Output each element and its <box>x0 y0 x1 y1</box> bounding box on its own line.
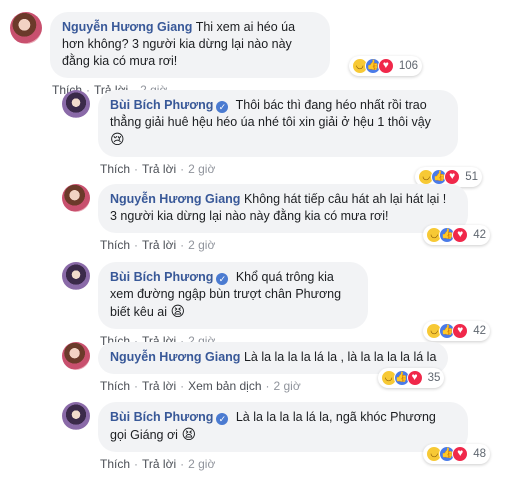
reaction-count: 35 <box>427 371 441 384</box>
love-reaction-icon: ♥ <box>444 169 461 185</box>
author-name[interactable]: Bùi Bích Phương <box>110 410 213 424</box>
author-name[interactable]: Bùi Bích Phương <box>110 98 213 112</box>
avatar[interactable] <box>62 90 90 118</box>
comment-bubble: Bùi Bích Phương ✓ Thôi bác thì đang héo n… <box>98 90 482 187</box>
reaction-count: 42 <box>473 228 486 241</box>
comment-bubble: Nguyễn Hương Giang Là la la la la lá la … <box>98 342 449 388</box>
love-reaction-icon: ♥ <box>406 370 423 386</box>
comment-actions: Thích·Trả lời·2 giờ <box>100 238 216 252</box>
reply-comment: Bùi Bích Phương ✓ Thôi bác thì đang héo n… <box>62 90 482 187</box>
love-reaction-icon: ♥ <box>377 58 394 74</box>
comment-bubble: Nguyễn Hương Giang Thi xem ai héo úa hơn… <box>50 12 422 78</box>
timestamp[interactable]: 2 giờ <box>188 457 215 471</box>
tired-face-icon: 😫 <box>170 303 186 319</box>
like-link[interactable]: Thích <box>100 457 130 471</box>
author-name[interactable]: Bùi Bích Phương <box>110 270 213 284</box>
reply-link[interactable]: Trả lời <box>142 238 176 252</box>
reaction-count: 42 <box>473 324 486 337</box>
timestamp[interactable]: 2 giờ <box>188 162 215 176</box>
reactions-summary[interactable]: ◡ 👍 ♥ 42 <box>423 321 490 341</box>
author-name[interactable]: Nguyễn Hương Giang <box>62 20 192 34</box>
reply-link[interactable]: Trả lời <box>142 457 176 471</box>
reply-comment: Bùi Bích Phương ✓ Khổ quá trông kia xem đ… <box>62 262 490 348</box>
reply-link[interactable]: Trả lời <box>142 162 176 176</box>
love-reaction-icon: ♥ <box>452 227 469 243</box>
reactions-summary[interactable]: ◡ 👍 ♥ 35 <box>377 368 445 388</box>
comment-actions: Thích·Trả lời·2 giờ <box>100 162 216 176</box>
comment-bubble: Bùi Bích Phương ✓ Khổ quá trông kia xem đ… <box>98 262 490 341</box>
reactions-summary[interactable]: ◡ 👍 ♥ 42 <box>423 225 490 245</box>
verified-badge-icon: ✓ <box>216 413 229 425</box>
reactions-summary[interactable]: ◡ 👍 ♥ 48 <box>423 444 490 464</box>
comment-bubble: Bùi Bích Phương ✓ Là la la la la lá la, n… <box>98 402 490 464</box>
like-link[interactable]: Thích <box>100 238 130 252</box>
comment-actions: Thích·Trả lời·2 giờ <box>100 457 216 471</box>
reaction-count: 106 <box>398 59 418 72</box>
see-translation-link[interactable]: Xem bản dịch <box>188 379 261 393</box>
reply-link[interactable]: Trả lời <box>142 379 176 393</box>
like-link[interactable]: Thích <box>100 162 130 176</box>
like-link[interactable]: Thích <box>100 379 130 393</box>
tired-face-icon: 😫 <box>181 426 197 442</box>
comment-bubble: Nguyễn Hương Giang Không hát tiếp câu há… <box>98 184 490 245</box>
avatar[interactable] <box>62 184 90 212</box>
timestamp[interactable]: 2 giờ <box>274 379 301 393</box>
avatar[interactable] <box>62 342 90 370</box>
reaction-count: 48 <box>473 447 486 460</box>
reaction-count: 51 <box>465 170 478 183</box>
love-reaction-icon: ♥ <box>452 323 469 339</box>
avatar[interactable] <box>62 402 90 430</box>
comment-text: Là la la la la lá la , là la la la la lá… <box>243 350 437 364</box>
reply-comment: Nguyễn Hương Giang Không hát tiếp câu há… <box>62 184 490 252</box>
reply-comment: Nguyễn Hương Giang Là la la la la lá la … <box>62 342 449 393</box>
reactions-summary[interactable]: ◡ 👍 ♥ 106 <box>348 56 422 76</box>
timestamp[interactable]: 2 giờ <box>188 238 215 252</box>
avatar[interactable] <box>62 262 90 290</box>
love-reaction-icon: ♥ <box>452 446 469 462</box>
verified-badge-icon: ✓ <box>216 273 229 285</box>
comment: Nguyễn Hương Giang Thi xem ai héo úa hơn… <box>10 12 422 97</box>
crying-face-icon: 😢 <box>110 131 125 147</box>
reply-comment: Bùi Bích Phương ✓ Là la la la la lá la, n… <box>62 402 490 471</box>
author-name[interactable]: Nguyễn Hương Giang <box>110 350 240 364</box>
verified-badge-icon: ✓ <box>216 101 229 113</box>
author-name[interactable]: Nguyễn Hương Giang <box>110 192 240 206</box>
avatar[interactable] <box>10 12 42 44</box>
